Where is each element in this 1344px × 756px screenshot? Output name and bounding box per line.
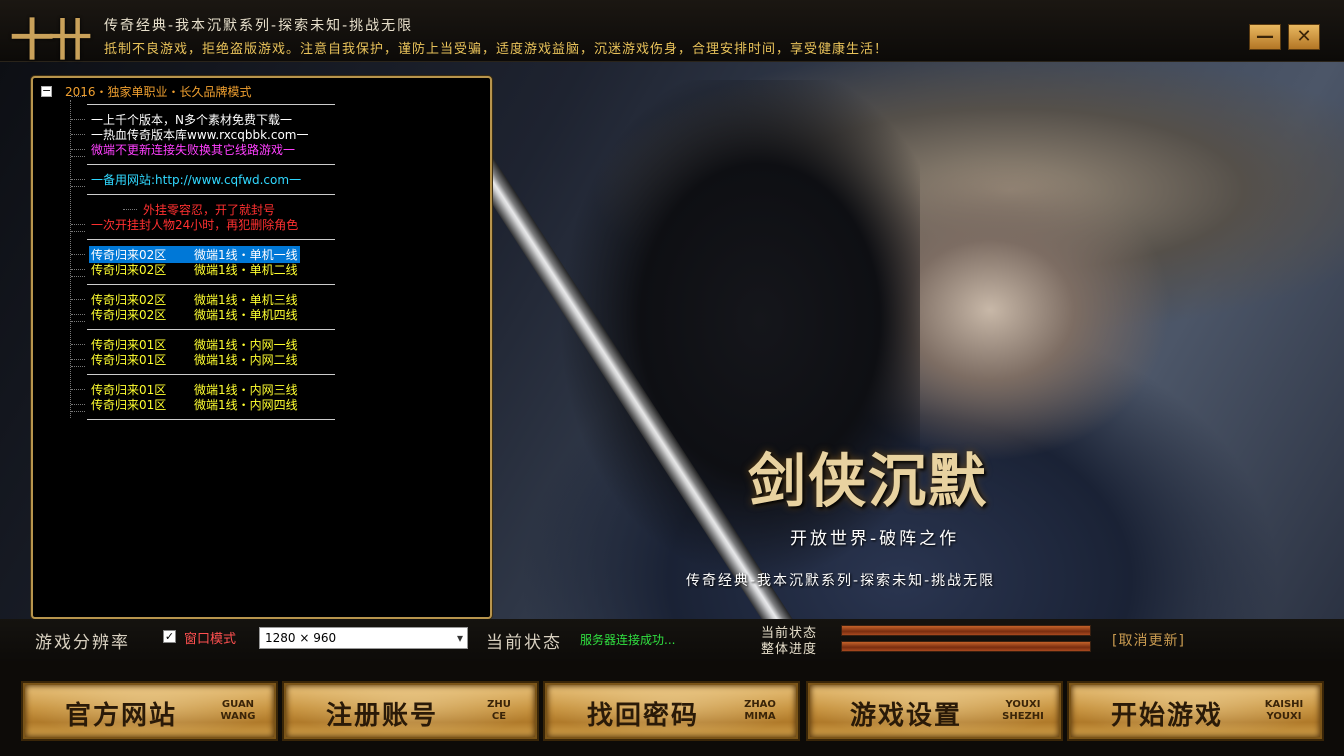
close-button[interactable]: ✕ (1288, 24, 1320, 50)
tree-info-item[interactable]: 微端不更新连接失败换其它线路游戏一 (71, 142, 297, 157)
tree-connector (71, 254, 85, 255)
tree-connector (71, 179, 85, 180)
title-bar: 十卄 传奇经典-我本沉默系列-探索未知-挑战无限 抵制不良游戏，拒绝盗版游戏。注… (0, 0, 1344, 66)
window-mode-checkbox[interactable]: ✓ (163, 630, 176, 643)
window-mode-label[interactable]: 窗口模式 (184, 628, 236, 647)
tree-connector (71, 119, 85, 120)
cancel-update-link[interactable]: [取消更新] (1112, 630, 1185, 650)
tree-connector (71, 224, 85, 225)
current-progress-fill (842, 626, 1090, 635)
server-line: 微端1线・内网四线 (194, 398, 298, 412)
window-title: 传奇经典-我本沉默系列-探索未知-挑战无限 (104, 18, 414, 34)
current-progress-bar (841, 625, 1091, 636)
tree-separator (87, 374, 335, 375)
collapse-toggle-icon[interactable]: − (41, 85, 52, 97)
tree-connector (71, 314, 85, 315)
server-name: 传奇归来01区 (91, 398, 167, 412)
server-name: 传奇归来01区 (91, 353, 167, 367)
button-label: 游戏设置 (850, 701, 963, 731)
server-line: 微端1线・内网一线 (194, 338, 298, 352)
server-line: 微端1线・内网三线 (194, 383, 298, 397)
overall-progress-label: 整体进度 (761, 642, 818, 657)
overall-progress-fill (842, 642, 1090, 651)
resolution-select[interactable]: 1280 × 960 ▾ (259, 627, 468, 649)
tree-connector (123, 209, 137, 210)
tree-info-text: 一次开挂封人物24小时，再犯删除角色 (91, 218, 299, 232)
button-pinyin: YOUXI SHEZHI (1002, 699, 1044, 722)
tree-info-text: 微端不更新连接失败换其它线路游戏一 (91, 143, 296, 157)
server-line: 微端1线・单机二线 (194, 263, 298, 277)
tree-info-item[interactable]: 一热血传奇版本库www.rxcqbbk.com一 (71, 127, 311, 142)
minimize-button[interactable]: — (1249, 24, 1281, 50)
game-subtitle: 开放世界-破阵之作 (790, 529, 960, 549)
server-line: 微端1线・单机一线 (194, 248, 298, 262)
server-item-text: 传奇归来02区 微端1线・单机四线 (89, 306, 300, 323)
overall-progress-bar (841, 641, 1091, 652)
button-pinyin: GUAN WANG (220, 699, 256, 722)
tree-connector (71, 134, 85, 135)
button-label: 开始游戏 (1111, 701, 1224, 731)
tree-connector (71, 96, 85, 97)
server-list-panel: − 2016・独家单职业・长久品牌模式 一上千个版本，N多个素材免费下载一 一热血… (31, 76, 492, 619)
server-line: 微端1线・单机三线 (194, 293, 298, 307)
button-label: 官方网站 (65, 701, 178, 731)
server-item[interactable]: 传奇归来01区 微端1线・内网一线 (71, 337, 300, 352)
tree-info-item[interactable]: 一次开挂封人物24小时，再犯删除角色 (71, 217, 300, 232)
health-notice: 抵制不良游戏，拒绝盗版游戏。注意自我保护，谨防上当受骗，适度游戏益脑，沉迷游戏伤… (104, 42, 889, 57)
button-label: 找回密码 (587, 701, 700, 731)
server-item[interactable]: 传奇归来02区 微端1线・单机二线 (71, 262, 300, 277)
button-pinyin: ZHAO MIMA (744, 699, 776, 722)
server-item[interactable]: 传奇归来02区 微端1线・单机一线 (71, 246, 300, 263)
tree-separator (87, 284, 335, 285)
tree-separator (87, 104, 335, 105)
tree-separator (87, 164, 335, 165)
status-bar: 游戏分辨率 ✓ 窗口模式 1280 × 960 ▾ 当前状态 服务器连接成功..… (0, 619, 1344, 661)
game-title-art: 剑侠沉默 (748, 447, 989, 515)
server-item[interactable]: 传奇归来02区 微端1线・单机四线 (71, 307, 300, 322)
tree-connector (71, 359, 85, 360)
button-pinyin: KAISHI YOUXI (1264, 699, 1304, 722)
button-label: 注册账号 (326, 701, 439, 731)
server-name: 传奇归来02区 (91, 263, 167, 277)
server-item-text: 传奇归来01区 微端1线・内网四线 (89, 396, 300, 413)
server-line: 微端1线・内网二线 (194, 353, 298, 367)
server-item[interactable]: 传奇归来01区 微端1线・内网三线 (71, 382, 300, 397)
start-game-button[interactable]: 开始游戏 KAISHI YOUXI (1067, 681, 1324, 741)
register-button[interactable]: 注册账号 ZHU CE (282, 681, 539, 741)
server-item-text: 传奇归来02区 微端1线・单机二线 (89, 261, 300, 278)
action-bar: 官方网站 GUAN WANG 注册账号 ZHU CE 找回密码 ZHAO MIMA 游… (0, 661, 1344, 756)
tree-info-item[interactable]: 外挂零容忍，开了就封号 (123, 202, 277, 217)
chevron-down-icon[interactable]: ▾ (457, 628, 463, 648)
tree-connector (71, 299, 85, 300)
state-label: 当前状态 (486, 633, 562, 653)
server-item[interactable]: 传奇归来02区 微端1线・单机三线 (71, 292, 300, 307)
tree-separator (87, 329, 335, 330)
tree-separator (87, 419, 335, 420)
game-settings-button[interactable]: 游戏设置 YOUXI SHEZHI (806, 681, 1063, 741)
tree-connector (71, 269, 85, 270)
tree-separator (87, 239, 335, 240)
tree-connector (71, 389, 85, 390)
resolution-value: 1280 × 960 (265, 631, 337, 645)
server-item[interactable]: 传奇归来01区 微端1线・内网二线 (71, 352, 300, 367)
tree-info-item[interactable]: 一上千个版本，N多个素材免费下载一 (71, 112, 294, 127)
tree-connector (71, 344, 85, 345)
tree-info-text: 一备用网站:http://www.cqfwd.com一 (91, 173, 302, 187)
server-name: 传奇归来02区 (91, 308, 167, 322)
game-logo: 十卄 (10, 15, 92, 66)
official-site-button[interactable]: 官方网站 GUAN WANG (21, 681, 278, 741)
tree-spacer (71, 89, 93, 104)
state-value: 服务器连接成功... (580, 633, 676, 647)
server-line: 微端1线・单机四线 (194, 308, 298, 322)
tree-connector (71, 149, 85, 150)
tree-connector (71, 404, 85, 405)
resolution-label: 游戏分辨率 (35, 633, 130, 653)
server-item-text: 传奇归来01区 微端1线・内网二线 (89, 351, 300, 368)
tree-separator (87, 194, 335, 195)
tree-info-item[interactable]: 一备用网站:http://www.cqfwd.com一 (71, 172, 303, 187)
recover-password-button[interactable]: 找回密码 ZHAO MIMA (543, 681, 800, 741)
button-pinyin: ZHU CE (487, 699, 511, 722)
game-slogan: 传奇经典-我本沉默系列-探索未知-挑战无限 (686, 573, 996, 589)
server-item[interactable]: 传奇归来01区 微端1线・内网四线 (71, 397, 300, 412)
